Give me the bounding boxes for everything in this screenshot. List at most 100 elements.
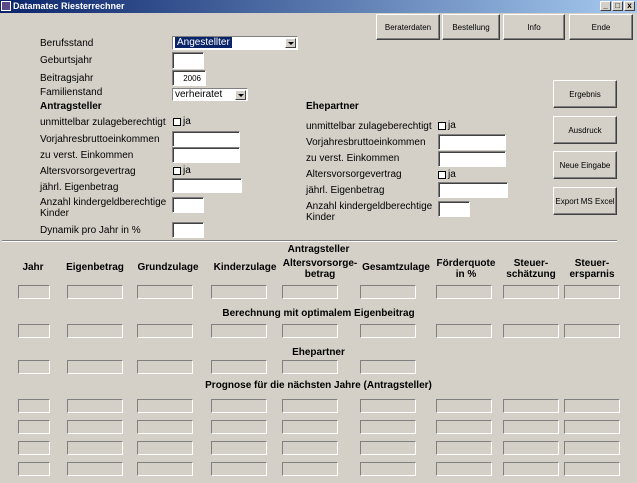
- result-cell: [503, 420, 559, 434]
- result-cell: [436, 324, 492, 338]
- result-cell: [137, 360, 193, 374]
- result-cell: [67, 441, 123, 455]
- section-divider: [2, 240, 617, 242]
- result-cell: [18, 324, 50, 338]
- antragsteller-einkommen-input[interactable]: [172, 147, 240, 163]
- ende-button[interactable]: Ende: [569, 14, 633, 40]
- antragsteller-avv-label: Altersvorsorgevertrag: [40, 166, 136, 177]
- ehepartner-kinder-input[interactable]: [438, 201, 470, 217]
- minimize-button[interactable]: _: [600, 1, 611, 11]
- result-cell: [18, 399, 50, 413]
- beraterdaten-button[interactable]: Beraterdaten: [376, 14, 440, 40]
- result-cell: [436, 285, 492, 299]
- antragsteller-zulage-checkbox[interactable]: [173, 118, 181, 126]
- ehepartner-einkommen-label: zu verst. Einkommen: [306, 153, 400, 164]
- result-cell: [564, 285, 620, 299]
- results-ehepartner-heading: Ehepartner: [292, 347, 345, 358]
- result-cell: [360, 324, 416, 338]
- result-cell: [564, 462, 620, 476]
- close-button[interactable]: x: [624, 1, 635, 11]
- ehepartner-avv-label: Altersvorsorgevertrag: [306, 169, 402, 180]
- result-cell: [211, 324, 267, 338]
- result-cell: [137, 324, 193, 338]
- result-cell: [360, 420, 416, 434]
- result-cell: [137, 441, 193, 455]
- result-cell: [282, 324, 338, 338]
- result-cell: [564, 420, 620, 434]
- antragsteller-vorjahr-input[interactable]: [172, 131, 240, 147]
- ehepartner-eigenbetrag-label: jährl. Eigenbetrag: [306, 185, 385, 196]
- result-cell: [503, 441, 559, 455]
- result-cell: [282, 360, 338, 374]
- results-column-header-line2: betrag: [304, 269, 336, 280]
- berufsstand-select[interactable]: Angestellter: [172, 36, 298, 50]
- result-cell: [67, 324, 123, 338]
- result-cell: [360, 462, 416, 476]
- ehepartner-zulage-label: unmittelbar zulageberechtigt: [306, 121, 432, 132]
- bestellung-button[interactable]: Bestellung: [442, 14, 500, 40]
- ehepartner-zulage-ja: ja: [448, 120, 456, 131]
- chevron-down-icon[interactable]: [235, 90, 246, 100]
- results-column-header: Altersvorsorge-betrag: [278, 258, 362, 280]
- result-cell: [67, 399, 123, 413]
- ehepartner-eigenbetrag-input[interactable]: [438, 182, 508, 198]
- antragsteller-kinder-label-2: Kinder: [40, 208, 69, 219]
- familienstand-value: verheiratet: [175, 89, 223, 100]
- result-cell: [67, 420, 123, 434]
- ergebnis-button[interactable]: Ergebnis: [553, 80, 617, 108]
- antragsteller-kinder-label-1: Anzahl kindergeldberechtige: [40, 197, 167, 208]
- berufsstand-value: Angestellter: [175, 37, 232, 48]
- result-cell: [503, 285, 559, 299]
- antragsteller-kinder-input[interactable]: [172, 197, 204, 213]
- ehepartner-vorjahr-input[interactable]: [438, 134, 506, 150]
- neue-eingabe-button[interactable]: Neue Eingabe: [553, 151, 617, 179]
- app-icon: [1, 1, 11, 11]
- result-cell: [436, 399, 492, 413]
- export-excel-button[interactable]: Export MS Excel: [553, 187, 617, 215]
- result-cell: [211, 399, 267, 413]
- result-cell: [18, 285, 50, 299]
- result-cell: [67, 360, 123, 374]
- familienstand-select[interactable]: verheiratet: [172, 88, 248, 101]
- result-cell: [564, 399, 620, 413]
- result-cell: [564, 441, 620, 455]
- result-cell: [282, 420, 338, 434]
- results-column-header: Steuer-ersparnis: [550, 258, 634, 280]
- result-cell: [18, 462, 50, 476]
- result-cell: [282, 462, 338, 476]
- beitragsjahr-label: Beitragsjahr: [40, 73, 94, 84]
- title-bar: Datamatec Riesterrechner _ □ x: [0, 0, 637, 13]
- results-antragsteller-heading: Antragsteller: [287, 244, 350, 255]
- ausdruck-button[interactable]: Ausdruck: [553, 116, 617, 144]
- beitragsjahr-input[interactable]: 2006: [172, 70, 206, 86]
- result-cell: [360, 285, 416, 299]
- antragsteller-avv-checkbox[interactable]: [173, 167, 181, 175]
- window-title: Datamatec Riesterrechner: [13, 1, 125, 11]
- window-controls: _ □ x: [600, 1, 635, 11]
- antragsteller-einkommen-label: zu verst. Einkommen: [40, 150, 134, 161]
- ehepartner-vorjahr-label: Vorjahresbruttoeinkommen: [306, 137, 426, 148]
- info-button[interactable]: Info: [503, 14, 565, 40]
- results-column-header: Kinderzulage: [203, 262, 287, 273]
- ehepartner-avv-ja: ja: [448, 169, 456, 180]
- antragsteller-eigenbetrag-input[interactable]: [172, 178, 242, 193]
- chevron-down-icon[interactable]: [285, 38, 296, 48]
- maximize-button[interactable]: □: [612, 1, 623, 11]
- result-cell: [564, 324, 620, 338]
- results-column-header-line2: Kinderzulage: [213, 262, 277, 273]
- ehepartner-kinder-label-1: Anzahl kindergeldberechtige: [306, 201, 433, 212]
- ehepartner-einkommen-input[interactable]: [438, 151, 506, 167]
- familienstand-label: Familienstand: [40, 87, 103, 98]
- berufsstand-label: Berufsstand: [40, 38, 94, 49]
- results-column-header-line2: ersparnis: [569, 269, 615, 280]
- antragsteller-dynamik-input[interactable]: [172, 222, 204, 238]
- result-cell: [137, 399, 193, 413]
- ehepartner-avv-checkbox[interactable]: [438, 171, 446, 179]
- result-cell: [18, 360, 50, 374]
- result-cell: [360, 360, 416, 374]
- geburtsjahr-input[interactable]: [172, 52, 204, 69]
- result-cell: [282, 285, 338, 299]
- result-cell: [282, 399, 338, 413]
- ehepartner-zulage-checkbox[interactable]: [438, 122, 446, 130]
- result-cell: [360, 441, 416, 455]
